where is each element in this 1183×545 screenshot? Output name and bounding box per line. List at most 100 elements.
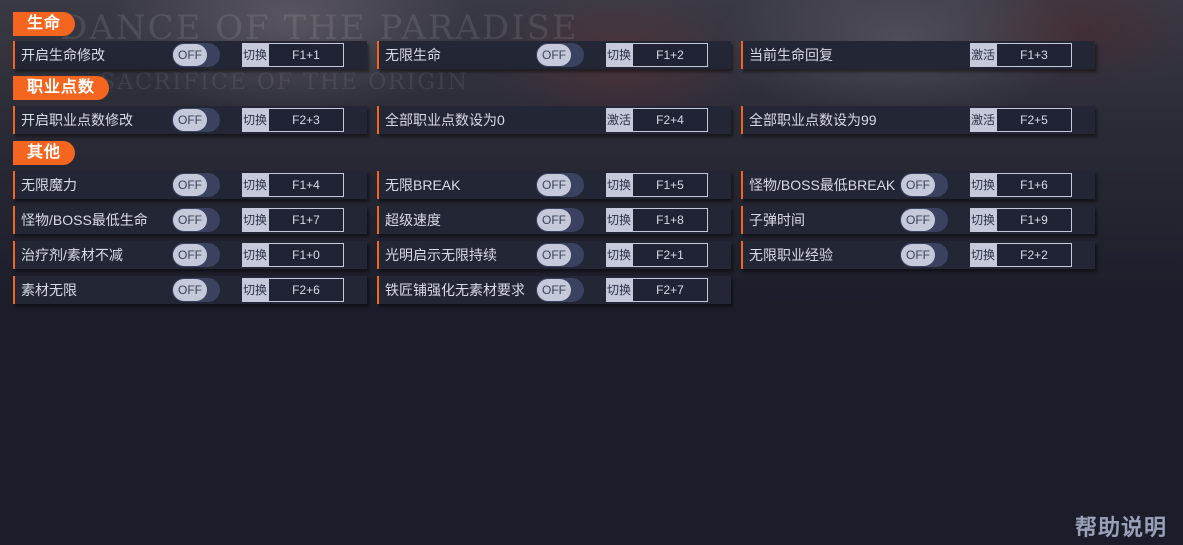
hotkey-action: 切换 xyxy=(242,173,268,197)
hotkey-button[interactable]: 激活 F1+3 xyxy=(970,43,1072,67)
hotkey-key: F2+6 xyxy=(268,278,344,302)
hotkey-key: F1+1 xyxy=(268,43,344,67)
toggle-state: OFF xyxy=(537,209,571,231)
toggle-switch[interactable]: OFF xyxy=(172,43,220,67)
hotkey-button[interactable]: 切换 F2+7 xyxy=(606,278,708,302)
toggle-state: OFF xyxy=(537,174,571,196)
hotkey-button[interactable]: 切换 F1+6 xyxy=(970,173,1072,197)
hotkey-button[interactable]: 切换 F1+2 xyxy=(606,43,708,67)
option-label: 怪物/BOSS最低生命 xyxy=(21,212,148,228)
hotkey-button[interactable]: 切换 F1+9 xyxy=(970,208,1072,232)
hotkey-action: 切换 xyxy=(970,173,996,197)
option-label: 光明启示无限持续 xyxy=(385,247,497,263)
hotkey-action: 切换 xyxy=(242,208,268,232)
toggle-switch[interactable]: OFF xyxy=(536,278,584,302)
toggle-state: OFF xyxy=(901,209,935,231)
hotkey-action: 切换 xyxy=(242,43,268,67)
hotkey-action: 切换 xyxy=(606,278,632,302)
hotkey-button[interactable]: 切换 F1+7 xyxy=(242,208,344,232)
hotkey-key: F1+5 xyxy=(632,173,708,197)
toggle-state: OFF xyxy=(537,44,571,66)
option-row: 铁匠铺强化无素材要求 OFF 切换 F2+7 xyxy=(377,276,731,304)
toggle-switch[interactable]: OFF xyxy=(172,173,220,197)
hotkey-button[interactable]: 激活 F2+4 xyxy=(606,108,708,132)
hotkey-key: F2+1 xyxy=(632,243,708,267)
option-row: 全部职业点数设为99 激活 F2+5 xyxy=(741,106,1095,134)
option-label: 全部职业点数设为0 xyxy=(385,112,505,128)
hotkey-action: 切换 xyxy=(606,43,632,67)
toggle-state: OFF xyxy=(173,244,207,266)
toggle-switch[interactable]: OFF xyxy=(900,208,948,232)
hotkey-button[interactable]: 切换 F1+4 xyxy=(242,173,344,197)
hotkey-action: 切换 xyxy=(606,208,632,232)
toggle-switch[interactable]: OFF xyxy=(172,243,220,267)
option-row: 子弹时间 OFF 切换 F1+9 xyxy=(741,206,1095,234)
toggle-switch[interactable]: OFF xyxy=(172,208,220,232)
option-label: 开启职业点数修改 xyxy=(21,112,133,128)
toggle-state: OFF xyxy=(173,44,207,66)
toggle-switch[interactable]: OFF xyxy=(536,243,584,267)
option-label: 无限BREAK xyxy=(385,177,461,193)
hotkey-action: 切换 xyxy=(606,173,632,197)
option-label: 全部职业点数设为99 xyxy=(749,112,877,128)
option-row: 当前生命回复 激活 F1+3 xyxy=(741,41,1095,69)
option-label: 无限生命 xyxy=(385,47,441,63)
hotkey-button[interactable]: 切换 F1+1 xyxy=(242,43,344,67)
help-link[interactable]: 帮助说明 xyxy=(1075,510,1167,542)
hotkey-key: F2+5 xyxy=(996,108,1072,132)
option-label: 子弹时间 xyxy=(749,212,805,228)
hotkey-action: 激活 xyxy=(606,108,632,132)
toggle-state: OFF xyxy=(173,209,207,231)
hotkey-action: 切换 xyxy=(242,108,268,132)
option-row: 超级速度 OFF 切换 F1+8 xyxy=(377,206,731,234)
section-header-life: 生命 xyxy=(13,12,76,36)
hotkey-key: F1+9 xyxy=(996,208,1072,232)
toggle-state: OFF xyxy=(173,109,207,131)
hotkey-action: 激活 xyxy=(970,108,996,132)
hotkey-key: F1+4 xyxy=(268,173,344,197)
toggle-switch[interactable]: OFF xyxy=(900,243,948,267)
hotkey-action: 切换 xyxy=(970,208,996,232)
toggle-state: OFF xyxy=(537,279,571,301)
hotkey-key: F2+7 xyxy=(632,278,708,302)
section-header-job-points: 职业点数 xyxy=(13,76,110,100)
toggle-switch[interactable]: OFF xyxy=(536,43,584,67)
toggle-switch[interactable]: OFF xyxy=(900,173,948,197)
hotkey-key: F1+2 xyxy=(632,43,708,67)
option-label: 铁匠铺强化无素材要求 xyxy=(385,282,525,298)
toggle-state: OFF xyxy=(173,174,207,196)
hotkey-key: F1+0 xyxy=(268,243,344,267)
option-row: 素材无限 OFF 切换 F2+6 xyxy=(13,276,367,304)
hotkey-button[interactable]: 切换 F1+5 xyxy=(606,173,708,197)
background-subtitle-art: SACRIFICE OF THE ORIGIN xyxy=(100,70,469,95)
hotkey-button[interactable]: 切换 F2+2 xyxy=(970,243,1072,267)
option-row: 开启职业点数修改 OFF 切换 F2+3 xyxy=(13,106,367,134)
hotkey-key: F2+3 xyxy=(268,108,344,132)
section-header-other: 其他 xyxy=(13,141,76,165)
toggle-state: OFF xyxy=(537,244,571,266)
hotkey-button[interactable]: 激活 F2+5 xyxy=(970,108,1072,132)
hotkey-action: 切换 xyxy=(606,243,632,267)
option-row: 全部职业点数设为0 激活 F2+4 xyxy=(377,106,731,134)
hotkey-button[interactable]: 切换 F1+8 xyxy=(606,208,708,232)
toggle-switch[interactable]: OFF xyxy=(536,208,584,232)
toggle-switch[interactable]: OFF xyxy=(172,278,220,302)
option-label: 开启生命修改 xyxy=(21,47,105,63)
hotkey-action: 激活 xyxy=(970,43,996,67)
hotkey-key: F1+7 xyxy=(268,208,344,232)
toggle-state: OFF xyxy=(173,279,207,301)
toggle-state: OFF xyxy=(901,244,935,266)
hotkey-button[interactable]: 切换 F1+0 xyxy=(242,243,344,267)
toggle-switch[interactable]: OFF xyxy=(172,108,220,132)
toggle-state: OFF xyxy=(901,174,935,196)
option-label: 怪物/BOSS最低BREAK xyxy=(749,177,896,193)
option-row: 怪物/BOSS最低BREAK OFF 切换 F1+6 xyxy=(741,171,1095,199)
hotkey-button[interactable]: 切换 F2+1 xyxy=(606,243,708,267)
hotkey-button[interactable]: 切换 F2+6 xyxy=(242,278,344,302)
hotkey-action: 切换 xyxy=(242,243,268,267)
toggle-switch[interactable]: OFF xyxy=(536,173,584,197)
hotkey-key: F2+4 xyxy=(632,108,708,132)
option-label: 素材无限 xyxy=(21,282,77,298)
hotkey-button[interactable]: 切换 F2+3 xyxy=(242,108,344,132)
hotkey-action: 切换 xyxy=(970,243,996,267)
